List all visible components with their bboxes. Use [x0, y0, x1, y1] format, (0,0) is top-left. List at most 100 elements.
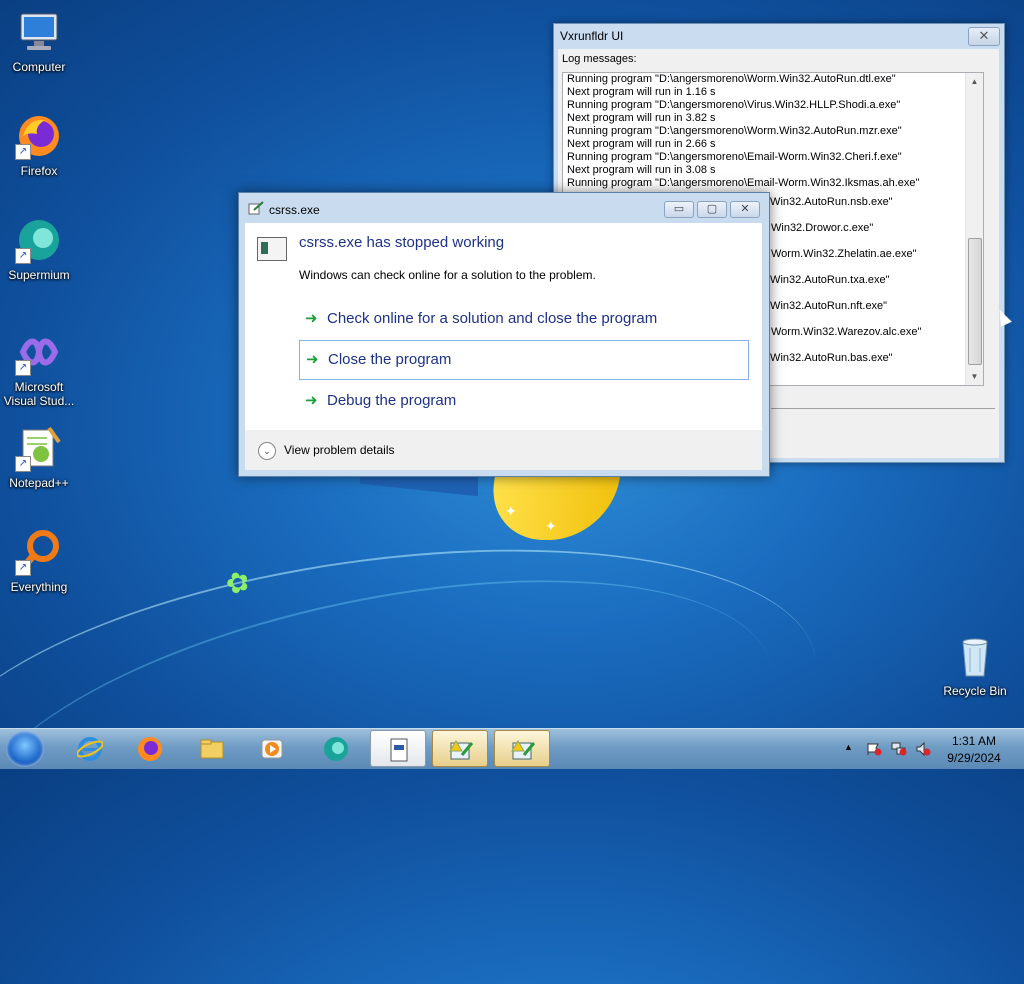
log-line-fragment: .Win32.AutoRun.txa.exe" — [767, 274, 890, 286]
taskbar-document-app[interactable] — [370, 730, 426, 767]
taskbar-warning-app-1[interactable] — [432, 730, 488, 767]
notepad-plus-plus-icon: ↗ — [15, 424, 63, 472]
log-line: Next program will run in 1.16 s — [567, 86, 716, 98]
log-line-fragment: Win32.Drowor.c.exe" — [771, 222, 874, 234]
dialog-footer: ⌄ View problem details — [245, 430, 762, 470]
internet-explorer-icon — [77, 737, 103, 761]
shortcut-arrow-icon: ↗ — [15, 360, 31, 376]
visual-studio-icon: ↗ — [15, 328, 63, 376]
log-line: Running program "D:\angersmoreno\Email-W… — [567, 177, 920, 189]
taskbar-supermium[interactable] — [308, 730, 364, 767]
action-center-flag-icon[interactable] — [866, 742, 882, 756]
desktop-icon-label: Computer — [12, 60, 66, 74]
everything-search-icon: ↗ — [15, 528, 63, 576]
divider — [771, 408, 995, 409]
log-line-fragment: .Win32.AutoRun.nft.exe" — [767, 300, 888, 312]
dialog-titlebar[interactable]: csrss.exe ▭ ▢ ✕ — [239, 193, 769, 223]
folder-icon — [200, 739, 224, 759]
taskbar-media-player[interactable] — [244, 730, 300, 767]
vxrunfldr-close-button[interactable]: ✕ — [968, 27, 1000, 46]
taskbar-file-explorer[interactable] — [184, 730, 240, 767]
shortcut-arrow-icon: ↗ — [15, 456, 31, 472]
log-line-fragment: Worm.Win32.Zhelatin.ae.exe" — [771, 248, 917, 260]
scroll-thumb[interactable] — [968, 238, 982, 365]
sparkle-icon: ✦ — [505, 503, 517, 519]
dialog-heading: csrss.exe has stopped working — [299, 234, 505, 251]
scroll-down-arrow-icon[interactable]: ▼ — [966, 368, 983, 385]
vxrunfldr-titlebar[interactable]: Vxrunfldr UI — [554, 24, 1004, 48]
desktop-icon-supermium[interactable]: ↗ Supermium — [1, 216, 77, 282]
log-line: Next program will run in 2.66 s — [567, 138, 716, 150]
option-label: Close the program — [328, 351, 452, 368]
supermium-icon: ↗ — [15, 216, 63, 264]
media-player-icon — [261, 739, 283, 759]
maximize-button[interactable]: ▢ — [697, 201, 727, 218]
taskbar-firefox[interactable] — [122, 730, 178, 767]
taskbar: ▲ 1:31 AM 9/29/2024 — [0, 728, 1024, 769]
computer-icon — [15, 8, 63, 56]
start-button[interactable] — [6, 731, 44, 767]
log-line-fragment: .Win32.AutoRun.nsb.exe" — [767, 196, 893, 208]
desktop-icon-label: Notepad++ — [9, 476, 69, 490]
clock-date[interactable]: 9/29/2024 — [944, 751, 1004, 765]
log-line: Next program will run in 3.82 s — [567, 112, 716, 124]
shortcut-arrow-icon: ↗ — [15, 248, 31, 264]
log-scrollbar[interactable]: ▲ ▼ — [965, 73, 983, 385]
firefox-icon — [138, 737, 162, 761]
check-online-option[interactable]: ➜ Check online for a solution and close t… — [299, 300, 749, 338]
log-line-fragment: Worm.Win32.Warezov.alc.exe" — [771, 326, 922, 338]
log-line: Running program "D:\angersmoreno\Email-W… — [567, 151, 902, 163]
desktop-icon-firefox[interactable]: ↗ Firefox — [1, 112, 77, 178]
desktop-icon-recycle-bin[interactable]: Recycle Bin — [937, 632, 1013, 698]
warning-icon — [449, 740, 474, 760]
network-icon[interactable] — [891, 742, 907, 756]
log-line: Running program "D:\angersmoreno\Virus.W… — [567, 99, 901, 111]
window-app-icon — [257, 237, 287, 261]
desktop-icon-visual-studio[interactable]: ↗ Microsoft Visual Stud... — [1, 328, 77, 408]
desktop-icon-label: Everything — [10, 580, 68, 594]
sparkle-icon: ✦ — [545, 518, 557, 534]
log-messages-label: Log messages: — [562, 53, 637, 65]
document-icon — [390, 738, 408, 762]
option-label: Debug the program — [327, 392, 457, 409]
show-hidden-icons-chevron-icon[interactable]: ▲ — [844, 742, 853, 752]
green-arrow-icon: ➜ — [305, 392, 318, 409]
log-line-fragment: .Win32.AutoRun.bas.exe" — [767, 352, 893, 364]
warning-icon — [511, 740, 536, 760]
desktop-icon-notepad-plus-plus[interactable]: ↗ Notepad++ — [1, 424, 77, 490]
minimize-button[interactable]: ▭ — [664, 201, 694, 218]
error-dialog[interactable]: csrss.exe ▭ ▢ ✕ csrss.exe has stopped wo… — [238, 192, 770, 477]
dialog-title: csrss.exe — [269, 203, 320, 217]
taskbar-warning-app-2[interactable] — [494, 730, 550, 767]
desktop-icon-everything[interactable]: ↗ Everything — [1, 528, 77, 594]
chevron-down-icon[interactable]: ⌄ — [258, 442, 276, 460]
log-line: Running program "D:\angersmoreno\Worm.Wi… — [567, 125, 902, 137]
desktop-icon-label: Recycle Bin — [943, 684, 1007, 698]
error-report-icon — [248, 201, 264, 215]
recycle-bin-icon — [951, 632, 999, 680]
dialog-body: csrss.exe has stopped working Windows ca… — [245, 223, 762, 430]
desktop-icon-computer[interactable]: Computer — [1, 8, 77, 74]
supermium-icon — [324, 737, 348, 761]
volume-muted-icon[interactable] — [915, 742, 931, 756]
green-arrow-icon: ➜ — [306, 351, 319, 368]
option-label: Check online for a solution and close th… — [327, 310, 658, 327]
shortcut-arrow-icon: ↗ — [15, 560, 31, 576]
scroll-up-arrow-icon[interactable]: ▲ — [966, 73, 983, 90]
vxrunfldr-title: Vxrunfldr UI — [560, 29, 624, 43]
clock-time[interactable]: 1:31 AM — [944, 734, 1004, 748]
dialog-subtext: Windows can check online for a solution … — [299, 268, 596, 282]
log-line: Running program "D:\angersmoreno\Worm.Wi… — [567, 73, 896, 85]
green-arrow-icon: ➜ — [305, 310, 318, 327]
shortcut-arrow-icon: ↗ — [15, 144, 31, 160]
desktop-icon-label: Supermium — [8, 268, 70, 282]
close-program-option[interactable]: ➜ Close the program — [299, 340, 749, 380]
close-button[interactable]: ✕ — [730, 201, 760, 218]
firefox-icon: ↗ — [15, 112, 63, 160]
desktop-icon-label: Microsoft Visual Stud... — [3, 380, 75, 408]
log-line: Next program will run in 3.08 s — [567, 164, 716, 176]
taskbar-internet-explorer[interactable] — [62, 730, 118, 767]
desktop-icon-label: Firefox — [20, 164, 58, 178]
debug-program-option[interactable]: ➜ Debug the program — [299, 382, 749, 420]
view-problem-details-link[interactable]: View problem details — [284, 443, 395, 457]
